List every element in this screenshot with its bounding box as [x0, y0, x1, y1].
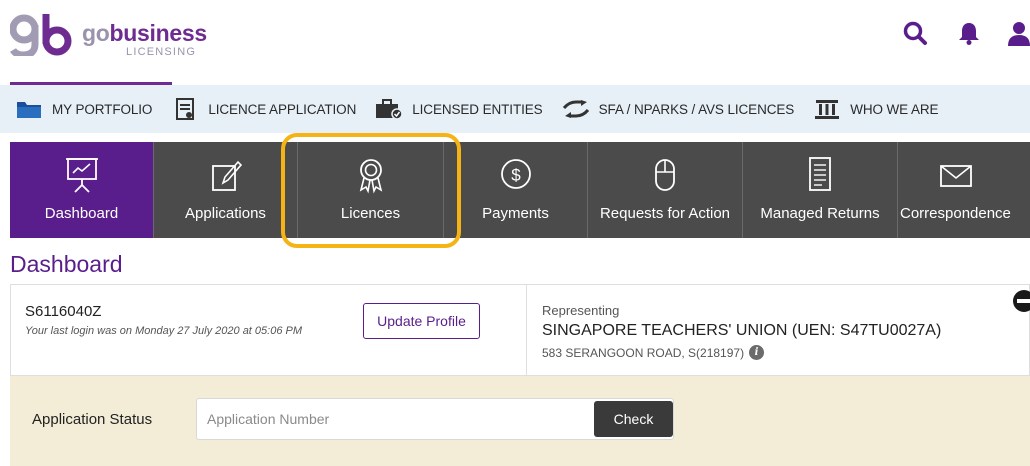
- check-button[interactable]: Check: [594, 401, 673, 437]
- profile-panel: S6116040Z Your last login was on Monday …: [10, 284, 1030, 376]
- topnav-my-portfolio[interactable]: MY PORTFOLIO: [14, 97, 152, 121]
- mouse-icon: [655, 159, 675, 191]
- tab-label: Requests for Action: [599, 205, 731, 222]
- exchange-icon: [561, 97, 591, 121]
- tab-correspondence[interactable]: Correspondence: [898, 142, 1030, 238]
- entity-address: 583 SERANGOON ROAD, S(218197) i: [542, 345, 765, 360]
- top-navigation: MY PORTFOLIO LICENCE APPLICATION LICENSE…: [0, 85, 1030, 133]
- tab-label: Payments: [482, 205, 549, 222]
- gb-logo[interactable]: [10, 14, 72, 56]
- user-id: S6116040Z: [25, 303, 102, 320]
- topnav-licensed-entities[interactable]: LICENSED ENTITIES: [374, 97, 543, 121]
- last-login: Your last login was on Monday 27 July 20…: [25, 325, 303, 337]
- address-text: 583 SERANGOON ROAD, S(218197): [542, 345, 745, 360]
- user-icon[interactable]: [1008, 20, 1030, 46]
- tab-applications[interactable]: Applications: [154, 142, 298, 238]
- brand-name: business: [109, 20, 208, 46]
- tab-dashboard[interactable]: Dashboard: [10, 142, 154, 238]
- tab-managed-returns[interactable]: Managed Returns: [743, 142, 898, 238]
- application-status-label: Application Status: [32, 411, 153, 428]
- entity-name: SINGAPORE TEACHERS' UNION (UEN: S47TU002…: [542, 322, 942, 339]
- tab-label: Correspondence: [900, 205, 1011, 222]
- government-building-icon: [812, 97, 842, 121]
- user-info: S6116040Z Your last login was on Monday …: [11, 285, 527, 375]
- folder-icon: [14, 97, 44, 121]
- brand-subtitle: LICENSING: [126, 46, 197, 58]
- topnav-sfa-nparks-avs[interactable]: SFA / NPARKS / AVS LICENCES: [561, 97, 795, 121]
- application-status-bar: Application Status Check: [10, 376, 1030, 466]
- site-header: gobusiness LICENSING: [0, 0, 1030, 85]
- award-ribbon-icon: [359, 159, 382, 194]
- tab-label: Applications: [185, 205, 266, 222]
- brand-prefix: go: [82, 20, 110, 46]
- dashboard-tabs: Dashboard Applications Licences $ Paymen…: [10, 142, 1030, 238]
- document-icon: [170, 97, 200, 121]
- tab-label: Managed Returns: [760, 205, 880, 222]
- tab-licences[interactable]: Licences: [298, 142, 444, 238]
- dollar-icon: $: [500, 159, 531, 189]
- tab-label: Licences: [340, 205, 401, 222]
- brand-wordmark[interactable]: gobusiness LICENSING: [82, 20, 208, 58]
- presentation-icon: [65, 158, 98, 193]
- collapse-icon[interactable]: [1013, 290, 1030, 312]
- topnav-label: SFA / NPARKS / AVS LICENCES: [598, 101, 795, 117]
- briefcase-icon: [374, 97, 404, 121]
- topnav-label: MY PORTFOLIO: [52, 101, 153, 117]
- tab-requests-for-action[interactable]: Requests for Action: [588, 142, 743, 238]
- tab-payments[interactable]: $ Payments: [444, 142, 588, 238]
- bell-icon[interactable]: [956, 20, 982, 46]
- envelope-icon: [940, 165, 972, 187]
- search-icon[interactable]: [902, 20, 928, 46]
- topnav-who-we-are[interactable]: WHO WE ARE: [812, 97, 939, 121]
- representing-label: Representing: [542, 303, 620, 318]
- topnav-label: WHO WE ARE: [850, 101, 939, 117]
- topnav-label: LICENCE APPLICATION: [208, 101, 357, 117]
- topnav-label: LICENSED ENTITIES: [412, 101, 543, 117]
- document-lines-icon: [809, 157, 831, 191]
- update-profile-button[interactable]: Update Profile: [363, 303, 480, 339]
- edit-icon: [211, 160, 242, 191]
- svg-text:$: $: [511, 166, 521, 185]
- page-title: Dashboard: [10, 251, 123, 277]
- topnav-licence-application[interactable]: LICENCE APPLICATION: [170, 97, 356, 121]
- info-icon[interactable]: i: [749, 345, 765, 360]
- tab-label: Dashboard: [44, 205, 119, 222]
